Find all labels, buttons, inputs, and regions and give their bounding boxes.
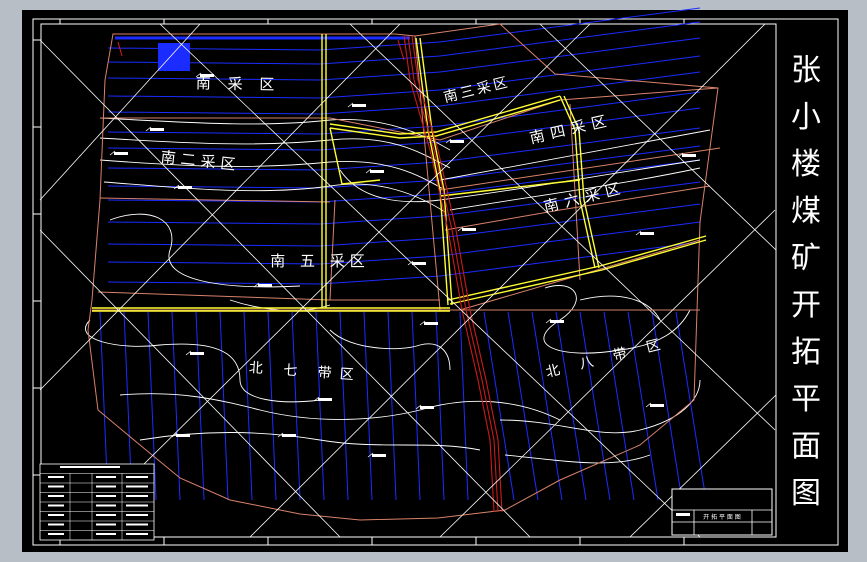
borehole-marker bbox=[114, 152, 128, 155]
borehole-marker bbox=[318, 398, 332, 401]
legend-cell-mark bbox=[96, 476, 116, 478]
borehole-marker bbox=[372, 454, 386, 457]
legend-cell-mark bbox=[126, 523, 148, 526]
legend-cell-mark bbox=[96, 523, 116, 526]
legend-cell-mark bbox=[126, 533, 148, 535]
legend-cell-mark bbox=[126, 495, 148, 497]
legend-cell-mark bbox=[126, 485, 148, 488]
legend-patch bbox=[158, 43, 190, 71]
borehole-marker bbox=[282, 434, 296, 437]
borehole-marker bbox=[150, 128, 164, 131]
borehole-marker bbox=[682, 154, 696, 157]
title-char-10: 图 bbox=[791, 476, 821, 511]
borehole-marker bbox=[550, 320, 564, 323]
legend-cell-mark bbox=[96, 495, 116, 497]
legend-header-mark bbox=[60, 466, 120, 468]
legend-cell-mark bbox=[126, 514, 148, 516]
drawing-canvas: 南 采 区 南二采区 南三采区 南四采区 南六采区 南 五 采区 北 七 带区 … bbox=[0, 0, 867, 562]
zone-label-nan-wu: 南 五 采区 bbox=[270, 252, 370, 270]
zone-label-nan-cai: 南 采 区 bbox=[196, 74, 281, 93]
borehole-marker bbox=[190, 352, 204, 355]
legend-cell-mark bbox=[48, 523, 64, 526]
borehole-marker bbox=[258, 284, 272, 287]
legend-cell-mark bbox=[48, 495, 64, 497]
title-char-6: 开 bbox=[791, 288, 821, 323]
title-char-2: 小 bbox=[791, 100, 821, 135]
borehole-marker bbox=[370, 170, 384, 173]
title-char-5: 矿 bbox=[791, 241, 821, 276]
title-char-4: 煤 bbox=[791, 194, 821, 229]
borehole-marker bbox=[176, 434, 190, 437]
legend-cell-mark bbox=[126, 504, 148, 507]
legend-cell-mark bbox=[96, 533, 116, 535]
borehole-marker bbox=[412, 262, 426, 265]
legend-cell-mark bbox=[96, 485, 116, 488]
title-char-8: 平 bbox=[791, 382, 821, 417]
title-char-7: 拓 bbox=[791, 335, 821, 370]
legend-cell-mark bbox=[96, 514, 116, 516]
borehole-marker bbox=[424, 322, 438, 325]
legend-cell-mark bbox=[126, 476, 148, 478]
title-block: 开 拓 平 面 图 bbox=[671, 488, 773, 536]
legend-cell-mark bbox=[48, 504, 64, 507]
title-char-1: 张 bbox=[791, 53, 821, 88]
borehole-marker bbox=[450, 140, 464, 143]
titleblock-label: 开 拓 平 面 图 bbox=[703, 513, 741, 521]
legend-cell-mark bbox=[48, 476, 64, 478]
borehole-marker bbox=[650, 404, 664, 407]
title-char-3: 楼 bbox=[791, 147, 821, 182]
borehole-marker bbox=[420, 406, 434, 409]
borehole-marker bbox=[462, 228, 476, 231]
legend-cell-mark bbox=[48, 485, 64, 488]
title-char-9: 面 bbox=[791, 429, 821, 464]
borehole-marker bbox=[352, 104, 366, 107]
legend-table bbox=[39, 463, 155, 541]
borehole-marker bbox=[640, 232, 654, 235]
legend-cell-mark bbox=[48, 533, 64, 535]
legend-cell-mark bbox=[96, 504, 116, 507]
legend-cell-mark bbox=[48, 514, 64, 516]
